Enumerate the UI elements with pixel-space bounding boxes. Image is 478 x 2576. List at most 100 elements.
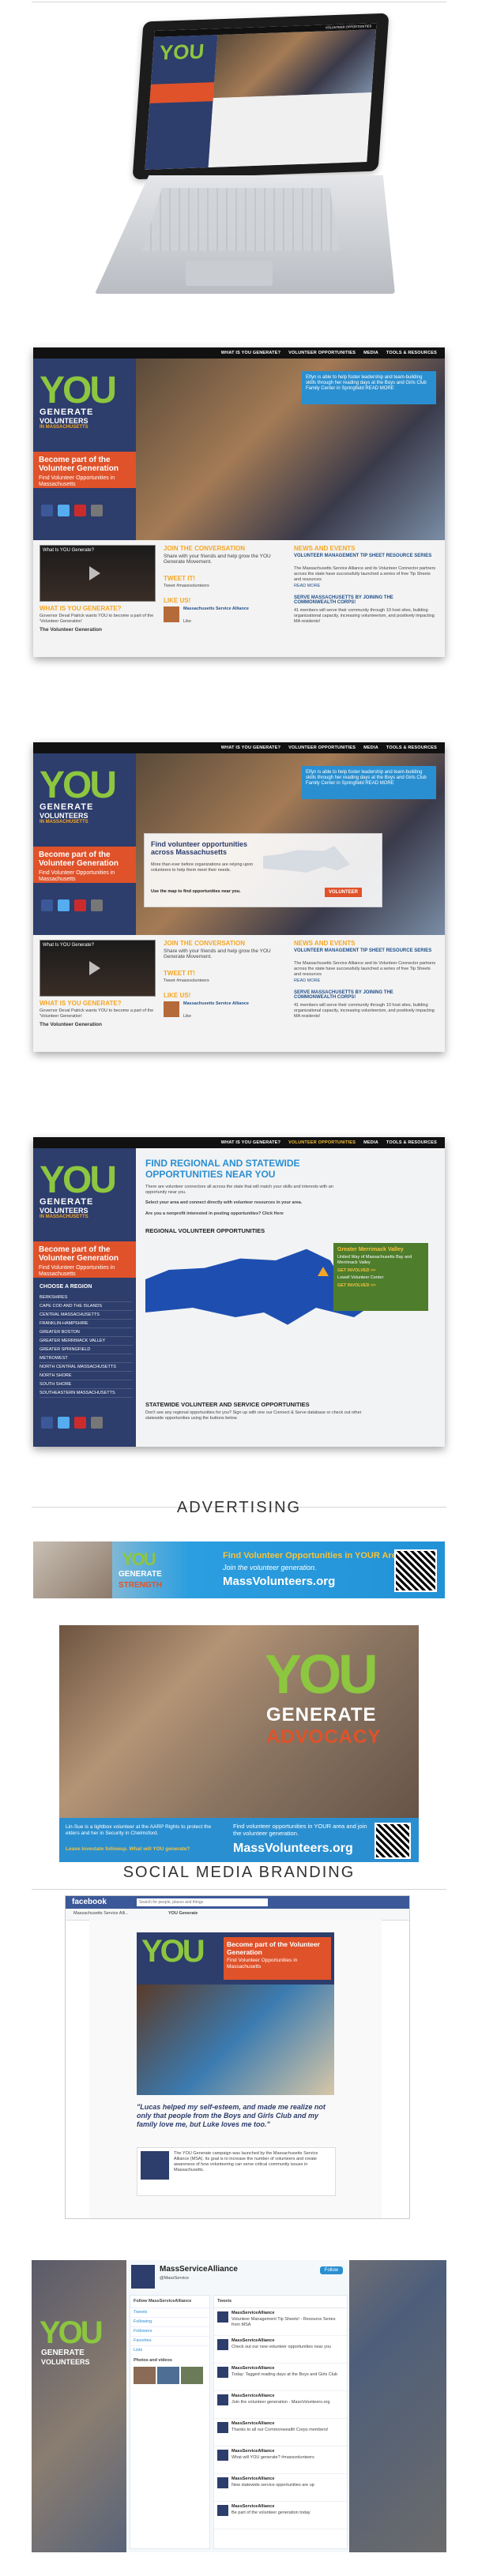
region-item[interactable]: NORTH CENTRAL MASSACHUSETTS — [40, 1363, 133, 1372]
region-item[interactable]: BERKSHIRES — [40, 1294, 133, 1302]
nav-media[interactable]: MEDIA — [363, 1140, 378, 1145]
news-item1-more[interactable]: READ MORE — [294, 978, 320, 984]
region-item[interactable]: GREATER SPRINGFIELD — [40, 1346, 133, 1354]
laptop-nav-item[interactable]: VOLUNTEER OPPORTUNITIES — [326, 24, 372, 29]
tw-menu-item[interactable]: Favorites — [130, 2336, 209, 2345]
nav-media[interactable]: MEDIA — [363, 745, 378, 750]
tweet-button[interactable]: Tweet #massvolunteers — [164, 584, 209, 589]
nav-media[interactable]: MEDIA — [363, 351, 378, 355]
advertising-title: ADVERTISING — [176, 1499, 302, 1516]
ad-url[interactable]: MassVolunteers.org — [233, 1842, 353, 1856]
email-icon[interactable] — [91, 899, 103, 911]
tweet-item[interactable]: MassServiceAlliance Today: Tagged reading… — [214, 2364, 347, 2391]
twitter-icon[interactable] — [58, 899, 70, 911]
like-name[interactable]: Massachusetts Service Alliance — [183, 1001, 262, 1007]
youtube-icon[interactable] — [74, 505, 86, 516]
massachusetts-map[interactable] — [263, 846, 350, 873]
tw-photo-thumb[interactable] — [181, 2367, 203, 2384]
news-item1-title[interactable]: VOLUNTEER MANAGEMENT TIP SHEET RESOURCE … — [294, 554, 436, 558]
tweet-item[interactable]: MassServiceAlliance Join the volunteer ge… — [214, 2391, 347, 2419]
facebook-icon[interactable] — [41, 1417, 53, 1429]
region-popup-btn1[interactable]: GET INVOLVED >> — [337, 1268, 424, 1273]
nav-opportunities[interactable]: VOLUNTEER OPPORTUNITIES — [288, 1140, 356, 1145]
region-item[interactable]: GREATER MERRIMACK VALLEY — [40, 1337, 133, 1346]
tweet-item[interactable]: MassServiceAlliance Check out our new vol… — [214, 2336, 347, 2364]
main-text3[interactable]: Are you a nonprofit interested in postin… — [145, 1211, 351, 1217]
popup-volunteer-button[interactable]: VOLUNTEER — [325, 888, 363, 897]
tw-follow-button[interactable]: Follow — [319, 2266, 343, 2274]
nav-what-is[interactable]: WHAT IS YOU GENERATE? — [221, 1140, 280, 1145]
youtube-icon[interactable] — [74, 1417, 86, 1429]
qr-code-icon[interactable] — [394, 1549, 437, 1592]
region-item[interactable]: NORTH SHORE — [40, 1372, 133, 1380]
facebook-page: facebook Massachusetts Service Alli... Y… — [65, 1895, 410, 2219]
youtube-icon[interactable] — [74, 899, 86, 911]
volunteer-popup[interactable]: Find volunteer opportunities across Mass… — [144, 833, 382, 907]
like-button[interactable]: Like — [183, 1014, 191, 1020]
tw-photo-thumb[interactable] — [134, 2367, 156, 2384]
map-marker-icon[interactable] — [318, 1267, 329, 1276]
region-popup-btn2[interactable]: GET INVOLVED >> — [337, 1283, 424, 1288]
news-item1-more[interactable]: READ MORE — [294, 584, 320, 589]
become-part-box[interactable]: Become part of the Volunteer Generation … — [33, 452, 136, 488]
join-text: Share with your friends and help grow th… — [164, 554, 271, 565]
nav-what-is[interactable]: WHAT IS YOU GENERATE? — [221, 745, 280, 750]
nav-tools[interactable]: TOOLS & RESOURCES — [386, 351, 437, 355]
facebook-tab-app[interactable]: YOU Generate — [168, 1911, 198, 1917]
tweet-button[interactable]: Tweet #massvolunteers — [164, 978, 209, 984]
video-player[interactable]: What Is YOU Generate? — [40, 940, 156, 997]
news-item2-title[interactable]: SERVE MASSACHUSETTS BY JOINING THE COMMO… — [294, 595, 436, 605]
tweet-item[interactable]: MassServiceAlliance Be part of the volunt… — [214, 2502, 347, 2529]
region-item[interactable]: METROWEST — [40, 1354, 133, 1363]
banner-ad[interactable]: YOU GENERATE STRENGTH Find Volunteer Opp… — [33, 1541, 445, 1598]
main-content: FIND REGIONAL AND STATEWIDE OPPORTUNITIE… — [136, 1148, 445, 1447]
email-icon[interactable] — [91, 505, 103, 516]
facebook-tab-page[interactable]: Massachusetts Service Alli... — [73, 1911, 129, 1917]
region-item[interactable]: GREATER BOSTON — [40, 1328, 133, 1337]
tw-menu-item[interactable]: Lists — [130, 2345, 209, 2355]
like-name[interactable]: Massachusetts Service Alliance — [183, 606, 262, 612]
hero-callout[interactable]: Elfyn is able to help foster leadership … — [302, 766, 436, 799]
news-item2-title[interactable]: SERVE MASSACHUSETTS BY JOINING THE COMMO… — [294, 990, 436, 1000]
facebook-icon[interactable] — [41, 505, 53, 516]
social-icons — [41, 899, 103, 911]
tweet-item[interactable]: MassServiceAlliance New statewide service… — [214, 2474, 347, 2502]
hero-callout[interactable]: Elfyn is able to help foster leadership … — [302, 371, 436, 404]
video-player[interactable]: What Is YOU Generate? — [40, 545, 156, 602]
nav-opportunities[interactable]: VOLUNTEER OPPORTUNITIES — [288, 745, 356, 750]
region-popup[interactable]: Greater Merrimack Valley United Way of M… — [333, 1243, 428, 1311]
nav-tools[interactable]: TOOLS & RESOURCES — [386, 745, 437, 750]
facebook-icon[interactable] — [41, 899, 53, 911]
tw-menu-item[interactable]: Followers — [130, 2326, 209, 2336]
region-item[interactable]: CAPE COD AND THE ISLANDS — [40, 1302, 133, 1311]
tweet-item[interactable]: MassServiceAlliance What will YOU generat… — [214, 2446, 347, 2474]
qr-code-icon[interactable] — [374, 1823, 411, 1859]
nav-tools[interactable]: TOOLS & RESOURCES — [386, 1140, 437, 1145]
what-is-link[interactable]: The Volunteer Generation — [40, 627, 102, 633]
what-is-link[interactable]: The Volunteer Generation — [40, 1022, 102, 1027]
tw-photo-thumb[interactable] — [157, 2367, 179, 2384]
tweet-item[interactable]: MassServiceAlliance Volunteer Management … — [214, 2308, 347, 2336]
join-text: Share with your friends and help grow th… — [164, 948, 271, 959]
region-item[interactable]: CENTRAL MASSACHUSETTS — [40, 1311, 133, 1320]
like-button[interactable]: Like — [183, 619, 191, 625]
become-part-box[interactable]: Become part of the Volunteer Generation … — [33, 847, 136, 883]
tweet-item[interactable]: MassServiceAlliance Thanks to all our Com… — [214, 2419, 347, 2446]
region-item[interactable]: FRANKLIN-HAMPSHIRE — [40, 1320, 133, 1328]
facebook-search-input[interactable] — [137, 1898, 268, 1906]
email-icon[interactable] — [91, 1417, 103, 1429]
twitter-icon[interactable] — [58, 505, 70, 516]
become-part-box[interactable]: Become part of the Volunteer Generation … — [33, 1241, 136, 1278]
tw-menu-item[interactable]: Tweets — [130, 2308, 209, 2317]
play-icon[interactable] — [89, 961, 100, 975]
region-item[interactable]: SOUTHEASTERN MASSACHUSETTS — [40, 1389, 133, 1398]
news-item1-title[interactable]: VOLUNTEER MANAGEMENT TIP SHEET RESOURCE … — [294, 948, 436, 953]
nav-opportunities[interactable]: VOLUNTEER OPPORTUNITIES — [288, 351, 356, 355]
play-icon[interactable] — [89, 566, 100, 580]
tw-menu-item[interactable]: Following — [130, 2317, 209, 2326]
nav-what-is[interactable]: WHAT IS YOU GENERATE? — [221, 351, 280, 355]
twitter-icon[interactable] — [58, 1417, 70, 1429]
region-item[interactable]: SOUTH SHORE — [40, 1380, 133, 1389]
facebook-logo[interactable]: facebook — [72, 1898, 107, 1906]
banner-url[interactable]: MassVolunteers.org — [223, 1575, 335, 1588]
